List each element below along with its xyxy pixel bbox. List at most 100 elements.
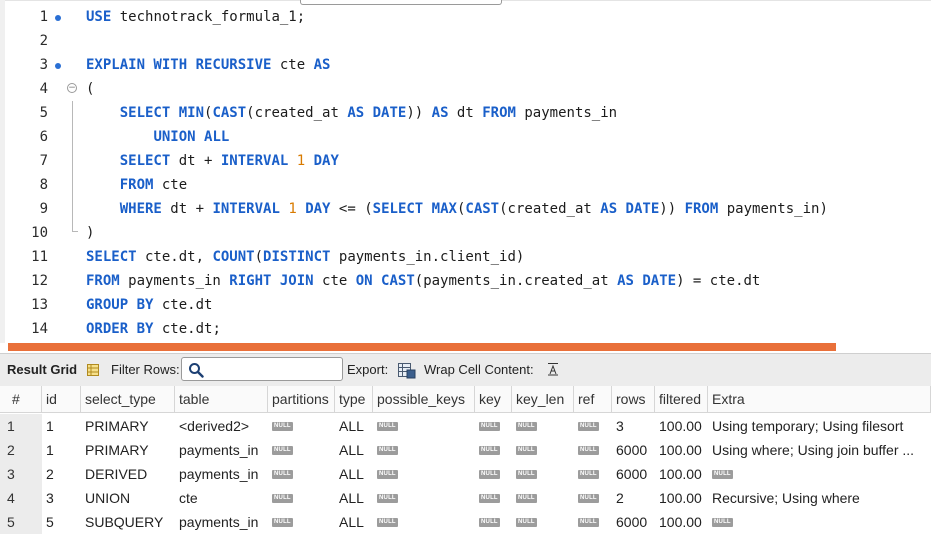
- table-cell[interactable]: NULL: [708, 462, 931, 486]
- table-cell[interactable]: NULL: [574, 438, 612, 462]
- table-cell[interactable]: SUBQUERY: [81, 510, 175, 534]
- table-cell[interactable]: 1: [42, 414, 81, 438]
- table-cell[interactable]: 2: [612, 486, 655, 510]
- table-cell[interactable]: NULL: [373, 510, 475, 534]
- row-number[interactable]: 1: [0, 414, 42, 438]
- table-cell[interactable]: NULL: [268, 462, 335, 486]
- code-line[interactable]: 14 ORDER BY cte.dt;: [0, 317, 931, 341]
- table-cell[interactable]: 100.00: [655, 438, 708, 462]
- table-cell[interactable]: ALL: [335, 486, 373, 510]
- row-number[interactable]: 4: [0, 486, 42, 510]
- code-line[interactable]: 3 EXPLAIN WITH RECURSIVE cte AS: [0, 53, 931, 77]
- table-cell[interactable]: NULL: [268, 438, 335, 462]
- table-cell[interactable]: cte: [175, 486, 268, 510]
- table-cell[interactable]: NULL: [574, 486, 612, 510]
- column-header[interactable]: type: [335, 386, 373, 412]
- table-cell[interactable]: NULL: [512, 486, 574, 510]
- code-line[interactable]: 6 UNION ALL: [0, 125, 931, 149]
- code-line[interactable]: 1 USE technotrack_formula_1;: [0, 5, 931, 29]
- export-icon[interactable]: [398, 363, 416, 379]
- column-header[interactable]: select_type: [81, 386, 175, 412]
- table-cell[interactable]: NULL: [373, 414, 475, 438]
- table-cell[interactable]: ALL: [335, 510, 373, 534]
- table-cell[interactable]: 100.00: [655, 462, 708, 486]
- table-cell[interactable]: NULL: [512, 414, 574, 438]
- table-cell[interactable]: 3: [612, 414, 655, 438]
- code-line[interactable]: 9 WHERE dt + INTERVAL 1 DAY <= (SELECT M…: [0, 197, 931, 221]
- table-cell[interactable]: NULL: [574, 462, 612, 486]
- grid-view-icon[interactable]: [87, 364, 99, 376]
- table-cell[interactable]: 2: [42, 462, 81, 486]
- table-cell[interactable]: DERIVED: [81, 462, 175, 486]
- table-cell[interactable]: Using where; Using join buffer ...: [708, 438, 931, 462]
- table-cell[interactable]: 1: [42, 438, 81, 462]
- row-number[interactable]: 5: [0, 510, 42, 534]
- table-cell[interactable]: 3: [42, 486, 81, 510]
- column-header[interactable]: #: [0, 386, 42, 412]
- table-cell[interactable]: NULL: [373, 462, 475, 486]
- table-cell[interactable]: NULL: [574, 510, 612, 534]
- table-cell[interactable]: ALL: [335, 462, 373, 486]
- table-cell[interactable]: PRIMARY: [81, 438, 175, 462]
- sql-editor[interactable]: 1 USE technotrack_formula_1; 2 3 EXPLAIN WIT…: [0, 0, 931, 343]
- code-line[interactable]: 11 SELECT cte.dt, COUNT(DISTINCT payments…: [0, 245, 931, 269]
- table-cell[interactable]: 100.00: [655, 510, 708, 534]
- column-header[interactable]: key_len: [512, 386, 574, 412]
- column-header[interactable]: key: [475, 386, 512, 412]
- column-header[interactable]: rows: [612, 386, 655, 412]
- column-header[interactable]: partitions: [268, 386, 335, 412]
- table-cell[interactable]: 100.00: [655, 414, 708, 438]
- table-cell[interactable]: NULL: [708, 510, 931, 534]
- table-cell[interactable]: NULL: [373, 438, 475, 462]
- table-cell[interactable]: NULL: [373, 486, 475, 510]
- column-header[interactable]: Extra: [708, 386, 931, 412]
- code-line[interactable]: 12 FROM payments_in RIGHT JOIN cte ON CAS…: [0, 269, 931, 293]
- table-cell[interactable]: NULL: [268, 510, 335, 534]
- table-cell[interactable]: NULL: [268, 486, 335, 510]
- column-header[interactable]: table: [175, 386, 268, 412]
- column-header[interactable]: id: [42, 386, 81, 412]
- code-line[interactable]: 13 GROUP BY cte.dt: [0, 293, 931, 317]
- result-grid[interactable]: # id select_type table partitions type possibl…: [0, 386, 931, 543]
- editor-splitter-bar[interactable]: [8, 343, 836, 351]
- table-cell[interactable]: NULL: [475, 462, 512, 486]
- filter-rows-input[interactable]: [181, 357, 343, 381]
- code-line[interactable]: 2: [0, 29, 931, 53]
- table-cell[interactable]: 100.00: [655, 486, 708, 510]
- table-cell[interactable]: PRIMARY: [81, 414, 175, 438]
- row-number[interactable]: 3: [0, 462, 42, 486]
- table-cell[interactable]: ALL: [335, 438, 373, 462]
- table-cell[interactable]: 6000: [612, 510, 655, 534]
- table-cell[interactable]: NULL: [475, 438, 512, 462]
- table-cell[interactable]: payments_in: [175, 438, 268, 462]
- table-cell[interactable]: NULL: [475, 486, 512, 510]
- table-cell[interactable]: Using temporary; Using filesort: [708, 414, 931, 438]
- code-line[interactable]: 10): [0, 221, 931, 245]
- table-cell[interactable]: NULL: [475, 414, 512, 438]
- column-header[interactable]: filtered: [655, 386, 708, 412]
- code-line[interactable]: 4 −(: [0, 77, 931, 101]
- table-cell[interactable]: 6000: [612, 438, 655, 462]
- table-cell[interactable]: Recursive; Using where: [708, 486, 931, 510]
- code-line[interactable]: 5 SELECT MIN(CAST(created_at AS DATE)) A…: [0, 101, 931, 125]
- table-cell[interactable]: <derived2>: [175, 414, 268, 438]
- table-cell[interactable]: ALL: [335, 414, 373, 438]
- table-cell[interactable]: NULL: [512, 462, 574, 486]
- table-cell[interactable]: 6000: [612, 462, 655, 486]
- code-line[interactable]: 7 SELECT dt + INTERVAL 1 DAY: [0, 149, 931, 173]
- row-number[interactable]: 2: [0, 438, 42, 462]
- table-cell[interactable]: NULL: [512, 510, 574, 534]
- wrap-cell-icon[interactable]: [547, 362, 559, 376]
- table-cell[interactable]: 5: [42, 510, 81, 534]
- table-cell[interactable]: UNION: [81, 486, 175, 510]
- code-line[interactable]: 8 FROM cte: [0, 173, 931, 197]
- result-grid-tab[interactable]: Result Grid: [7, 362, 77, 377]
- table-cell[interactable]: payments_in: [175, 462, 268, 486]
- column-header[interactable]: ref: [574, 386, 612, 412]
- table-cell[interactable]: NULL: [268, 414, 335, 438]
- column-header[interactable]: possible_keys: [373, 386, 475, 412]
- table-cell[interactable]: NULL: [475, 510, 512, 534]
- table-cell[interactable]: NULL: [574, 414, 612, 438]
- table-cell[interactable]: payments_in: [175, 510, 268, 534]
- table-cell[interactable]: NULL: [512, 438, 574, 462]
